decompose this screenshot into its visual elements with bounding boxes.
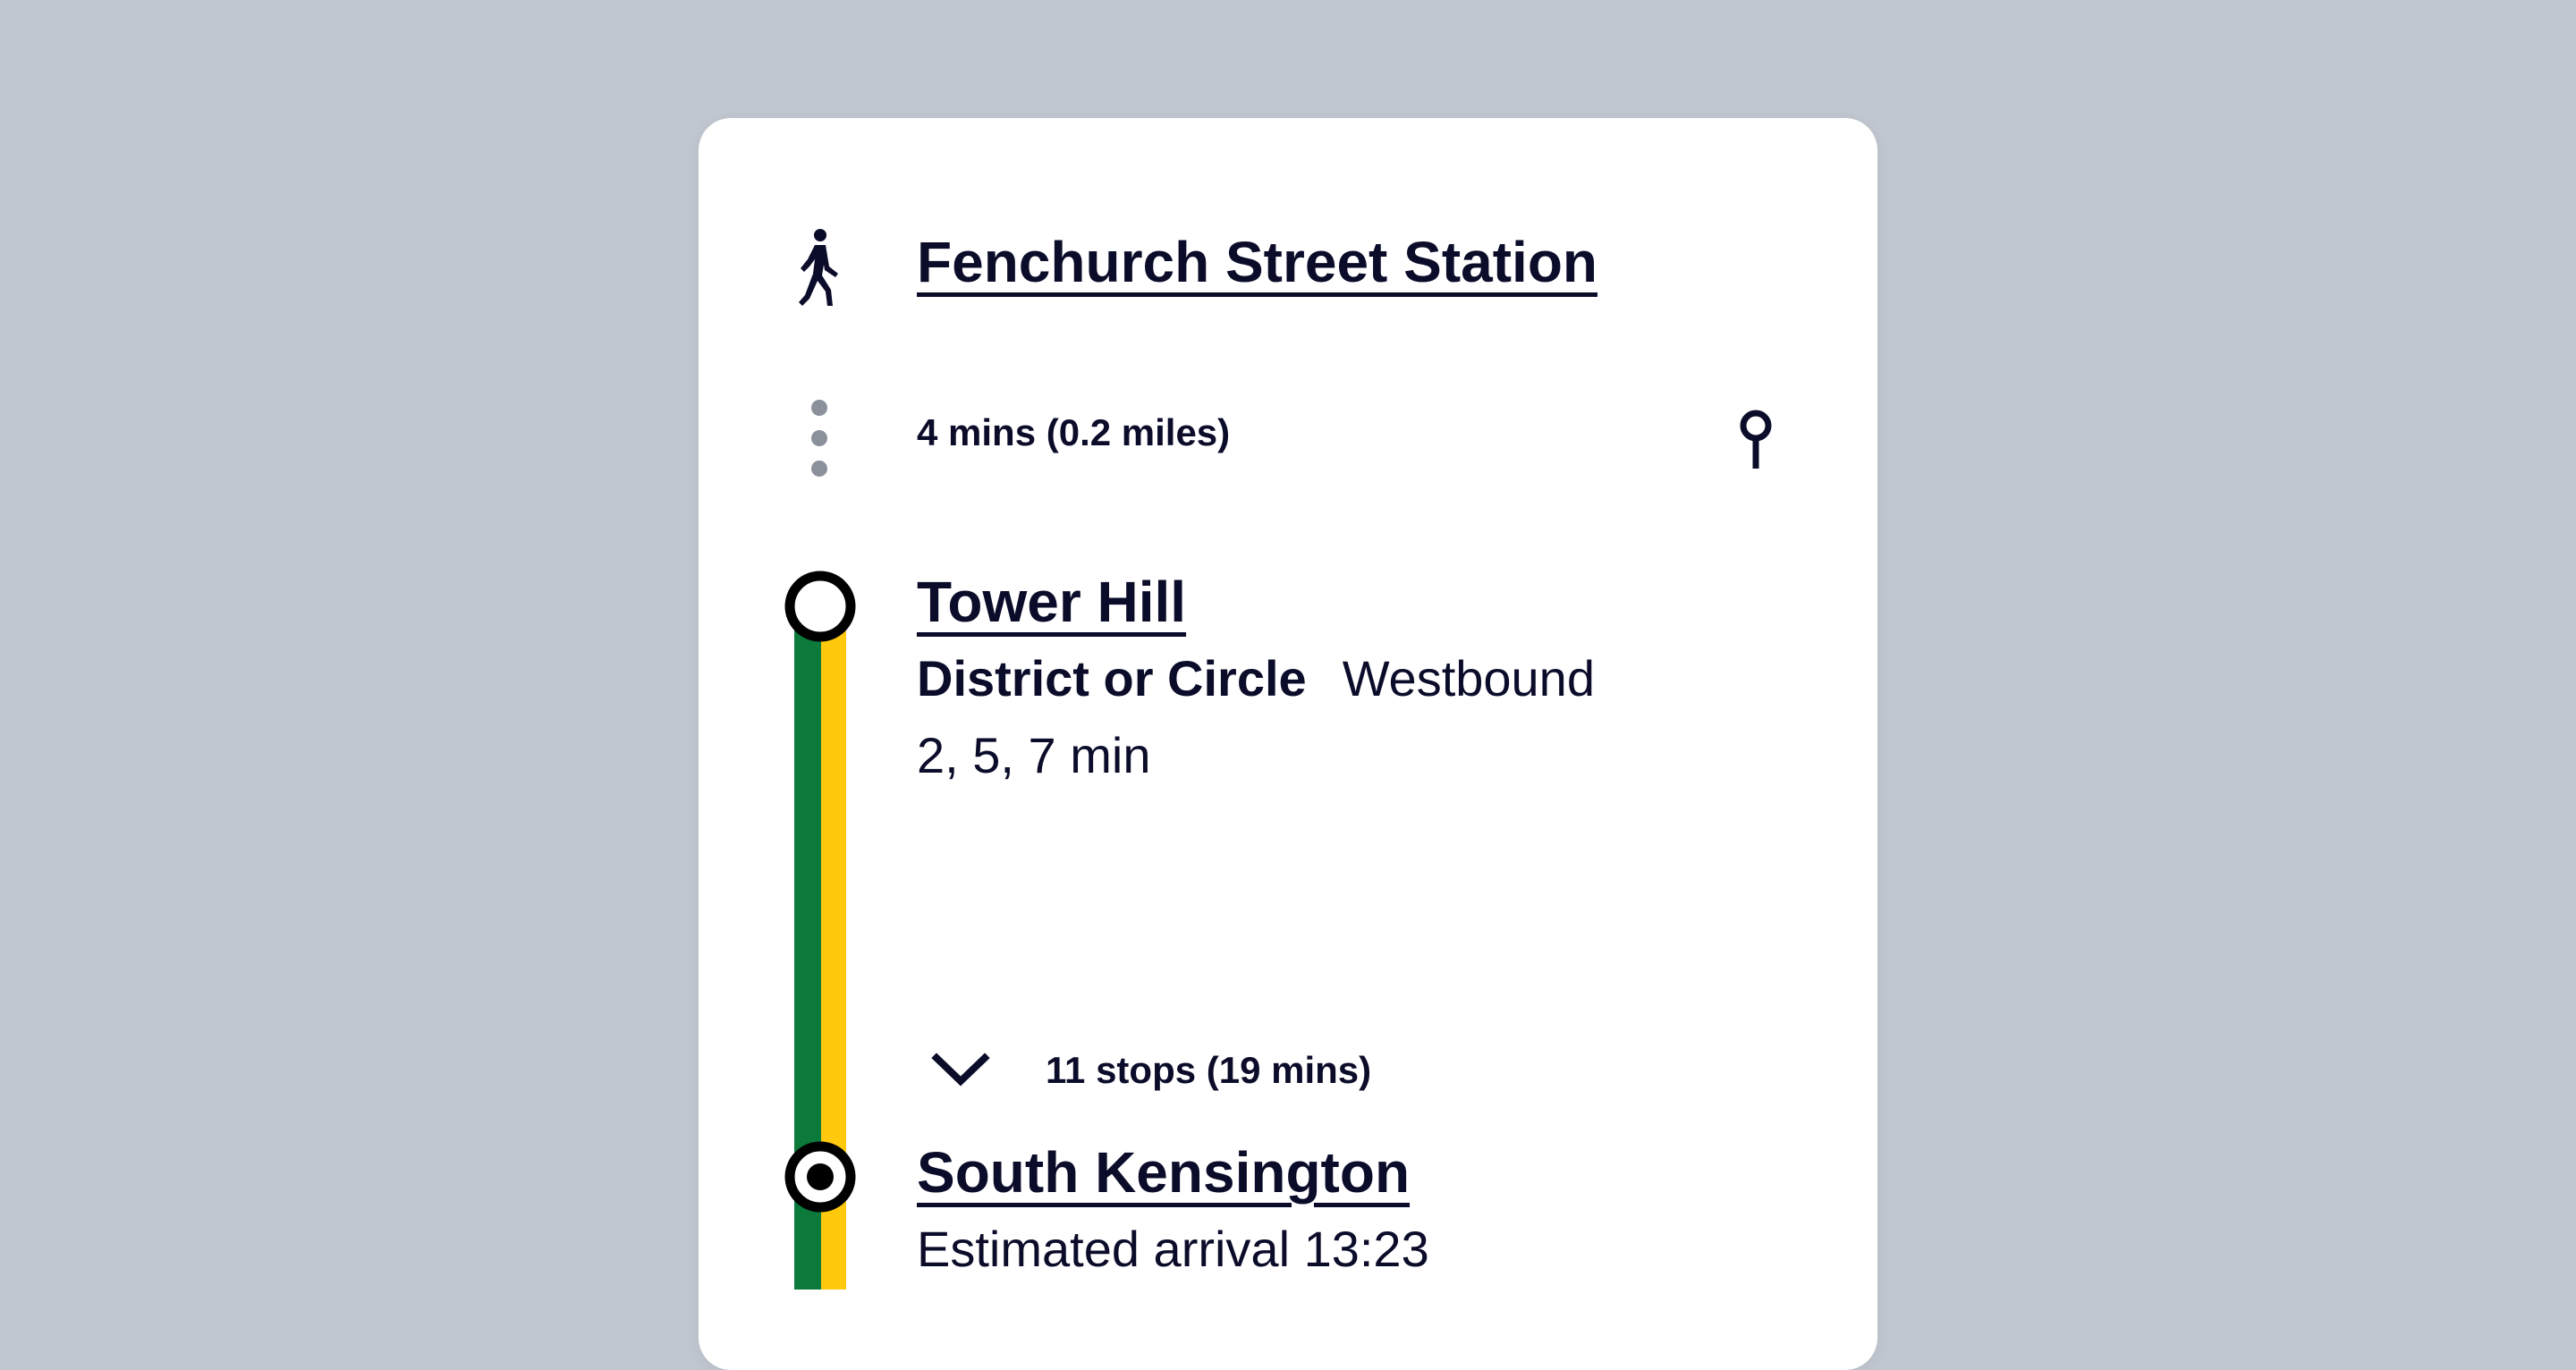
origin-station-link[interactable]: Fenchurch Street Station (917, 229, 1597, 295)
expand-stops-button[interactable]: 11 stops (19 mins) (931, 1030, 1371, 1111)
boarding-stop-link[interactable]: Tower Hill (917, 569, 1186, 635)
chevron-down-icon (931, 1053, 990, 1087)
walk-path-dots-icon (811, 400, 827, 477)
map-pin-icon[interactable] (1734, 406, 1777, 472)
journey-card: Fenchurch Street Station 4 mins (0.2 mil… (699, 118, 1877, 1370)
estimated-arrival: Estimated arrival 13:23 (917, 1221, 1429, 1277)
boarding-stop-marker-icon (784, 571, 856, 642)
stops-summary: 11 stops (19 mins) (1046, 1049, 1372, 1091)
line-name: District or Circle (917, 650, 1307, 706)
destination-stop-link[interactable]: South Kensington (917, 1139, 1410, 1205)
direction-label: Westbound (1342, 650, 1595, 706)
walk-icon (799, 229, 838, 306)
walk-duration: 4 mins (0.2 miles) (917, 411, 1231, 453)
destination-stop-marker-icon (784, 1141, 856, 1213)
departure-times: 2, 5, 7 min (917, 727, 1151, 783)
line-info: District or Circle Westbound (917, 649, 1595, 707)
